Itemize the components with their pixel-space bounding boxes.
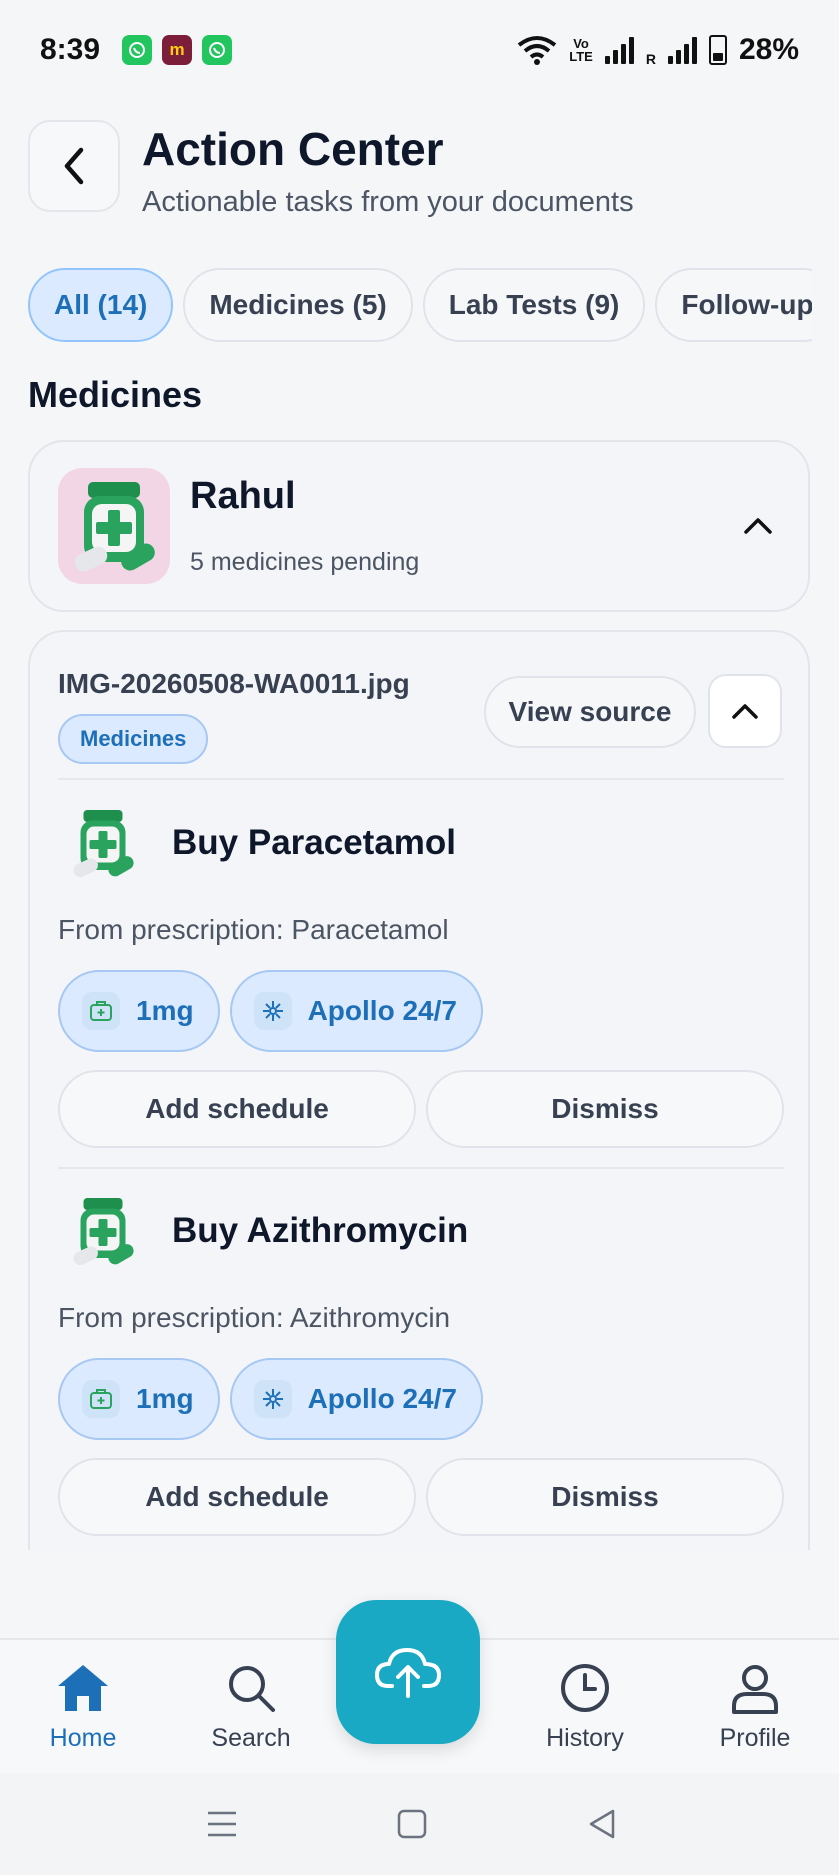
clock-icon [520,1660,650,1716]
filter-chip-medicines[interactable]: Medicines (5) [183,268,413,342]
category-badge: Medicines [58,714,209,764]
filter-chip-follow-up[interactable]: Follow-up [655,268,812,342]
chevron-up-icon [744,518,772,534]
medical-kit-icon [82,1380,120,1418]
medicine-bottle-icon [58,798,148,888]
section-title: Medicines [28,374,203,415]
nav-history[interactable]: History [520,1660,650,1753]
filter-chip-lab-tests[interactable]: Lab Tests (9) [422,268,646,342]
dismiss-button[interactable]: Dismiss [426,1458,784,1536]
view-source-button[interactable]: View source [484,676,696,748]
user-icon [690,1660,820,1716]
meesho-icon: m [162,35,193,65]
whatsapp-icon [202,35,233,65]
medicine-bottle-avatar [58,468,170,584]
divider [58,1167,784,1169]
whatsapp-icon [122,35,153,65]
chevron-left-icon [64,147,84,185]
dose-tag[interactable]: 1mg [58,1358,220,1440]
notification-icons: m [122,35,233,65]
signal-icon [604,36,634,64]
add-schedule-button[interactable]: Add schedule [58,1070,416,1148]
patient-group-card[interactable]: Rahul 5 medicines pending [28,440,810,612]
medicine-bottle-icon [58,1186,148,1276]
pharmacy-icon [253,992,292,1030]
collapse-document-button[interactable] [708,674,782,748]
nav-home[interactable]: Home [18,1660,148,1753]
pharmacy-tag[interactable]: Apollo 24/7 [229,1358,483,1440]
battery-icon [708,35,727,65]
medicine-bottle-icon [74,482,155,572]
dose-tag[interactable]: 1mg [58,970,220,1052]
task-description: From prescription: Paracetamol [58,914,449,945]
page-subtitle: Actionable tasks from your documents [142,186,634,218]
chevron-up-icon [732,704,758,719]
nav-history-label: History [546,1724,624,1752]
task-description: From prescription: Azithromycin [58,1302,451,1333]
cloud-upload-icon [375,1648,441,1698]
volte-indicator: Vo LTE [569,36,593,64]
nav-profile-label: Profile [719,1724,791,1752]
filter-chips: All (14) Medicines (5) Lab Tests (9) Fol… [28,268,812,344]
dismiss-button[interactable]: Dismiss [426,1070,784,1148]
collapse-group-button[interactable] [736,504,780,548]
patient-name: Rahul [190,475,296,517]
pharmacy-tag[interactable]: Apollo 24/7 [229,970,483,1052]
nav-search[interactable]: Search [186,1660,316,1753]
task-title: Buy Azithromycin [172,1211,469,1250]
system-navigation-bar [0,1774,839,1875]
upload-button[interactable] [336,1600,480,1744]
back-triangle-icon[interactable] [582,1804,622,1844]
roaming-indicator: R [645,51,656,67]
filter-chip-all[interactable]: All (14) [28,268,174,342]
home-square-icon[interactable] [392,1804,432,1844]
document-card: IMG-20260508-WA0011.jpg Medicines View s… [28,630,810,1550]
dose-label: 1mg [136,995,194,1026]
signal-icon [667,36,697,64]
task-item: Buy Azithromycin From prescription: Azit… [58,1186,784,1536]
pharmacy-label: Apollo 24/7 [307,995,457,1026]
divider [58,778,784,780]
task-title: Buy Paracetamol [172,823,457,862]
search-icon [186,1660,316,1716]
page-title: Action Center [142,123,444,175]
nav-profile[interactable]: Profile [690,1660,820,1753]
pharmacy-icon [253,1380,292,1418]
wifi-icon [518,36,557,65]
add-schedule-button[interactable]: Add schedule [58,1458,416,1536]
pending-count: 5 medicines pending [190,548,420,576]
status-bar: 8:39 m Vo LTE R 28% [0,0,839,100]
menu-icon[interactable] [202,1804,242,1844]
battery-percent: 28% [738,33,799,66]
pharmacy-label: Apollo 24/7 [307,1383,457,1414]
home-icon [18,1660,148,1716]
nav-home-label: Home [49,1724,117,1752]
status-time: 8:39 [40,33,101,66]
nav-search-label: Search [211,1724,291,1752]
back-button[interactable] [28,120,120,212]
dose-label: 1mg [136,1383,194,1414]
task-item: Buy Paracetamol From prescription: Parac… [58,798,784,1148]
page-header: Action Center Actionable tasks from your… [28,120,634,219]
medical-kit-icon [82,992,120,1030]
